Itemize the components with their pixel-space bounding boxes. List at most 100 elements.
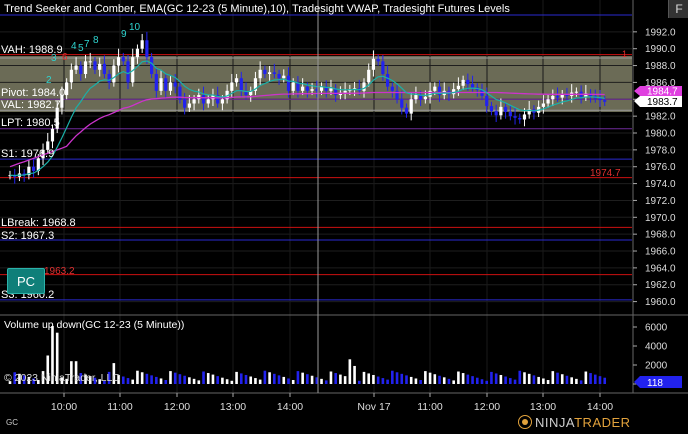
candle-body bbox=[381, 61, 385, 74]
candle-body bbox=[522, 114, 527, 120]
volume-bar bbox=[367, 373, 371, 384]
count-7: 7 bbox=[84, 39, 90, 50]
volume-bar bbox=[546, 380, 550, 384]
volume-bar bbox=[334, 373, 337, 384]
volume-bar bbox=[225, 379, 229, 384]
volume-bar bbox=[202, 371, 205, 384]
volume-bar bbox=[494, 373, 498, 384]
volume-bar bbox=[537, 376, 540, 384]
candle-body bbox=[386, 73, 390, 87]
time-label: 13:00 bbox=[220, 401, 246, 413]
count-3: 3 bbox=[51, 53, 57, 64]
time-label: 14:00 bbox=[587, 401, 613, 413]
candle-body bbox=[551, 95, 555, 100]
volume-bar bbox=[452, 380, 455, 384]
volume-bar bbox=[433, 374, 437, 384]
candle-body bbox=[603, 100, 607, 102]
candle-body bbox=[499, 106, 503, 116]
candle-body bbox=[272, 72, 276, 74]
candle-body bbox=[371, 58, 376, 70]
volume-bar bbox=[362, 371, 366, 384]
volume-bar bbox=[339, 374, 342, 384]
candle-body bbox=[456, 85, 460, 90]
candle-body bbox=[305, 86, 309, 91]
volume-bar bbox=[376, 376, 380, 384]
volume-bar bbox=[131, 379, 135, 384]
lbreak-label: LBreak: 1968.8 bbox=[1, 217, 76, 229]
candle-body bbox=[461, 79, 465, 86]
chart-canvas[interactable]: 1992.01990.01988.01986.01984.01982.01980… bbox=[0, 0, 688, 434]
volume-bar bbox=[395, 372, 399, 384]
volume-bar bbox=[485, 380, 489, 384]
volume-bar bbox=[206, 373, 210, 384]
candle-body bbox=[291, 82, 295, 91]
candle-body bbox=[470, 84, 475, 88]
price-axis[interactable]: 1992.01990.01988.01986.01984.01982.01980… bbox=[633, 27, 676, 308]
volume-bar bbox=[268, 372, 271, 384]
volume-bar bbox=[216, 376, 219, 384]
candle-body bbox=[376, 58, 380, 62]
candle-body bbox=[494, 111, 498, 116]
level-1963-label: 1963.2 bbox=[44, 266, 75, 277]
candle-body bbox=[206, 99, 210, 104]
candle-body bbox=[598, 98, 602, 101]
volume-bar bbox=[475, 377, 479, 384]
svg-text:1983.7: 1983.7 bbox=[647, 97, 678, 108]
candle-body bbox=[301, 86, 305, 91]
candle-body bbox=[404, 107, 409, 114]
price-tick-label: 1980.0 bbox=[645, 129, 676, 140]
candle-body bbox=[518, 117, 522, 120]
volume-bar bbox=[357, 380, 361, 384]
time-label: 14:00 bbox=[277, 401, 303, 413]
price-tick-label: 1990.0 bbox=[645, 44, 676, 55]
candle-body bbox=[32, 166, 36, 171]
candle-body bbox=[367, 69, 371, 83]
volume-bar bbox=[197, 380, 201, 384]
candle-body bbox=[140, 40, 144, 49]
candle-body bbox=[69, 69, 73, 83]
candle-body bbox=[508, 111, 512, 117]
candle-body bbox=[107, 73, 111, 83]
volume-bar bbox=[504, 376, 507, 384]
f-button[interactable]: F bbox=[668, 0, 688, 18]
candle-body bbox=[173, 82, 177, 87]
volume-bar bbox=[509, 378, 512, 384]
candle-body bbox=[230, 82, 234, 91]
volume-bar bbox=[140, 372, 144, 384]
candle-body bbox=[555, 95, 560, 98]
price-tick-label: 1962.0 bbox=[645, 280, 676, 291]
volume-tick-label: 4000 bbox=[645, 342, 668, 353]
candle-body bbox=[145, 40, 149, 58]
volume-bar bbox=[499, 374, 503, 384]
count-4: 4 bbox=[71, 41, 77, 52]
time-axis[interactable]: 10:00 11:00 12:00 13:00 14:00 Nov 17 11:00 12:0… bbox=[51, 393, 613, 413]
volume-bar bbox=[235, 371, 238, 384]
candle-body bbox=[159, 78, 163, 91]
candle-body bbox=[433, 86, 437, 91]
s1-label: S1: 1976.9 bbox=[1, 148, 54, 160]
volume-bar bbox=[551, 371, 555, 384]
volume-bar bbox=[560, 374, 564, 384]
val-label: VAL: 1982.7 bbox=[1, 99, 61, 111]
price-tick-label: 1976.0 bbox=[645, 162, 676, 173]
time-label: 13:00 bbox=[530, 401, 556, 413]
ninjatrader-logo-icon bbox=[518, 415, 532, 429]
s2-label: S2: 1967.3 bbox=[1, 230, 54, 242]
volume-bar bbox=[523, 372, 526, 384]
pc-button[interactable]: PC bbox=[7, 268, 45, 294]
volume-bar bbox=[126, 378, 130, 384]
volume-bar bbox=[121, 376, 125, 384]
time-label: 12:00 bbox=[164, 401, 190, 413]
candle-body bbox=[220, 99, 224, 104]
volume-bar bbox=[565, 375, 569, 384]
candle-body bbox=[116, 57, 121, 66]
brand-ninja: NINJA bbox=[535, 415, 575, 430]
volume-bar bbox=[329, 371, 333, 384]
volume-bar bbox=[381, 378, 385, 384]
volume-bar bbox=[391, 370, 394, 384]
volume-bar bbox=[593, 374, 597, 384]
volume-bar bbox=[603, 377, 607, 384]
volume-bar bbox=[461, 373, 465, 384]
candle-body bbox=[121, 57, 125, 62]
volume-panel-title: Volume up down(GC 12-23 (5 Minute)) bbox=[4, 319, 185, 331]
